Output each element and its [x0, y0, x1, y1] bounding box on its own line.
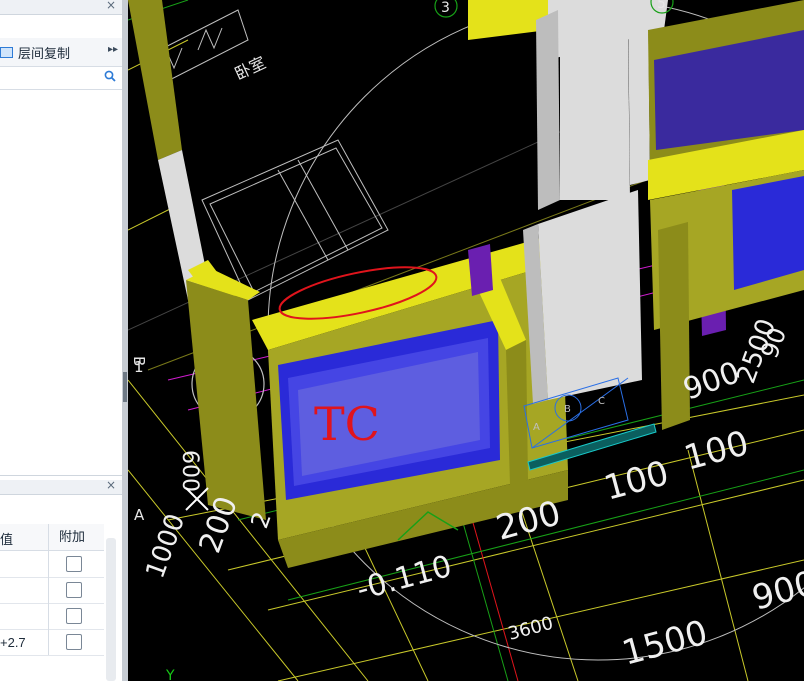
floor-copy-button[interactable]: 层间复制: [0, 43, 70, 61]
axis-label-b-sub: 1: [134, 358, 144, 376]
search-input[interactable]: [0, 67, 122, 90]
property-row: +2.7: [0, 629, 104, 656]
stair-label-c: C: [598, 396, 605, 407]
svg-text:3: 3: [441, 0, 450, 16]
axis-label-a: A: [134, 506, 145, 524]
panel-toolbar: 层间复制 ▸▸: [0, 38, 122, 67]
attach-checkbox[interactable]: [66, 556, 82, 572]
dim-600: 600: [177, 450, 202, 492]
model-canvas[interactable]: 卧室 A B C TC 3 5 B 1 A 200 200 100 100 15…: [128, 0, 804, 681]
close-icon[interactable]: ×: [106, 0, 116, 12]
dim-100-a: 100: [600, 453, 673, 508]
elevation-label: -0.110: [353, 549, 455, 608]
dim-3600: 3600: [506, 613, 556, 645]
svg-text:5: 5: [657, 0, 666, 12]
grid-bubble-3: 3: [434, 0, 458, 18]
room-label: 卧室: [232, 53, 269, 84]
stair-label-a: A: [533, 422, 540, 433]
dim-100-b: 100: [680, 423, 753, 478]
axis-y-label: Y: [165, 668, 175, 681]
dim-1000: 1000: [140, 510, 191, 582]
property-row: [0, 577, 104, 604]
floor-copy-label: 层间复制: [18, 45, 71, 61]
properties-titlebar: ×: [0, 478, 122, 495]
panel-titlebar-top: ×: [0, 0, 122, 15]
attach-column-header: 附加: [48, 524, 85, 550]
component-list[interactable]: [0, 90, 122, 476]
copy-icon: [0, 46, 13, 58]
markup-annotation: TC: [314, 397, 380, 451]
stair-label-b: B: [564, 404, 571, 415]
white-column: [523, 190, 642, 404]
search-icon[interactable]: [104, 70, 116, 82]
left-wall: [128, 0, 238, 310]
splitter-grip[interactable]: [123, 372, 127, 402]
property-row: [0, 551, 104, 578]
more-tools-icon[interactable]: ▸▸: [108, 44, 118, 55]
property-row: [0, 603, 104, 630]
dim-1500: 1500: [618, 613, 712, 674]
bed-outline: [201, 139, 389, 301]
value-column-header: 值: [0, 532, 14, 547]
attach-checkbox[interactable]: [66, 582, 82, 598]
dim-900: 900: [748, 563, 804, 618]
attach-checkbox[interactable]: [66, 634, 82, 650]
left-panel: × 层间复制 ▸▸ × 值 附加 +2.7: [0, 0, 123, 681]
attach-checkbox[interactable]: [66, 608, 82, 624]
cad-viewport[interactable]: 卧室 A B C TC 3 5 B 1 A 200 200 100 100 15…: [128, 0, 804, 681]
properties-scrollbar[interactable]: [106, 538, 116, 681]
properties-close-icon[interactable]: ×: [106, 478, 116, 492]
property-value[interactable]: +2.7: [0, 635, 26, 650]
properties-header: 值 附加: [0, 524, 104, 551]
